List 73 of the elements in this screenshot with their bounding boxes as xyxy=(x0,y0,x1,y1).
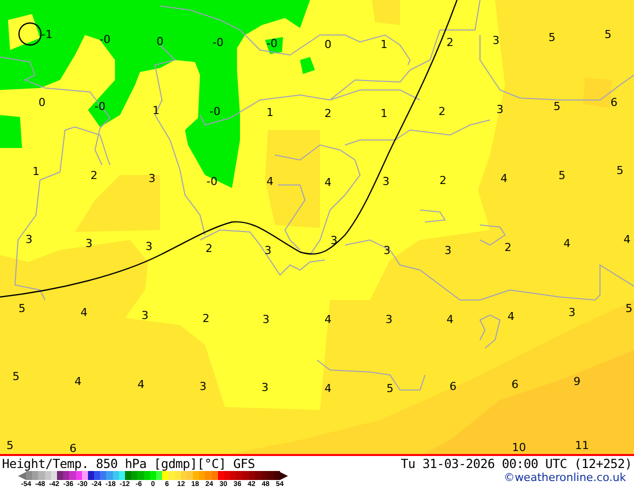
temperature-label: 3 xyxy=(568,307,576,319)
temperature-label: 6 xyxy=(450,381,456,393)
chart-title: Height/Temp. 850 hPa [gdmp][°C] GFS xyxy=(2,456,255,471)
temperature-label: 3 xyxy=(382,176,390,188)
temperature-label: 5 xyxy=(386,383,394,395)
temperature-label: 0 xyxy=(38,97,46,109)
temperature-label: 2 xyxy=(446,37,454,49)
temperature-label: 5 xyxy=(558,170,566,182)
temperature-label: 0 xyxy=(324,39,332,51)
temperature-label: 4 xyxy=(324,177,332,189)
temperature-label: 4 xyxy=(624,234,630,246)
temperature-label: -0 xyxy=(266,38,278,50)
temperature-label: 1 xyxy=(32,166,40,178)
temperature-label: -0 xyxy=(206,176,218,188)
isotherm-loop xyxy=(18,22,42,46)
temperature-label: 11 xyxy=(575,440,589,452)
temperature-label: -1 xyxy=(42,29,52,41)
temperature-label: -0 xyxy=(210,106,220,118)
temperature-label: 10 xyxy=(512,442,526,454)
temperature-label: 2 xyxy=(90,170,98,182)
temperature-label: 2 xyxy=(504,242,512,254)
temperature-label: 3 xyxy=(386,314,392,326)
temperature-label: 4 xyxy=(500,173,508,185)
temperature-label: 4 xyxy=(446,314,454,326)
temperature-label: 5 xyxy=(548,32,556,44)
temperature-label: 3 xyxy=(200,381,206,393)
temperature-label: 4 xyxy=(80,307,88,319)
temperature-label: 4 xyxy=(508,311,514,323)
temperature-label: 4 xyxy=(564,238,570,250)
temperature-band xyxy=(8,14,40,50)
temperature-label: 3 xyxy=(146,241,152,253)
temperature-label: 3 xyxy=(262,382,268,394)
temperature-label: 9 xyxy=(574,376,580,388)
temperature-label: 5 xyxy=(6,440,14,452)
temperature-label: 3 xyxy=(492,35,500,47)
credit-link[interactable]: ©weatheronline.co.uk xyxy=(504,471,626,484)
temperature-label: 1 xyxy=(380,108,388,120)
temperature-label: 3 xyxy=(496,104,504,116)
temperature-label: 6 xyxy=(70,443,76,454)
temperature-label: 2 xyxy=(202,313,210,325)
temperature-label: 5 xyxy=(12,371,20,383)
temperature-label: 3 xyxy=(330,235,338,247)
temperature-label: 3 xyxy=(86,238,92,250)
temperature-band xyxy=(583,78,612,108)
temperature-label: 4 xyxy=(74,376,82,388)
temperature-label: 3 xyxy=(444,245,452,257)
temperature-label: 5 xyxy=(604,29,612,41)
temperature-label: 5 xyxy=(626,303,632,315)
temperature-label: 0 xyxy=(156,36,164,48)
temperature-label: 6 xyxy=(610,97,618,109)
temperature-label: 4 xyxy=(324,383,332,395)
temperature-label: -0 xyxy=(100,34,110,46)
temperature-label: 2 xyxy=(206,243,212,255)
temperature-label: 5 xyxy=(554,101,560,113)
temperature-label: 3 xyxy=(262,314,270,326)
temperature-label: 3 xyxy=(264,245,272,257)
temperature-label: 2 xyxy=(440,175,446,187)
temperature-label: 3 xyxy=(26,234,32,246)
temperature-label: 6 xyxy=(512,379,518,391)
temperature-label: 4 xyxy=(324,314,332,326)
temperature-label: 5 xyxy=(18,303,26,315)
temperature-label: 3 xyxy=(148,173,156,185)
temperature-label: 1 xyxy=(380,39,388,51)
temperature-label: 4 xyxy=(266,176,274,188)
temperature-label: 5 xyxy=(616,165,624,177)
temperature-band xyxy=(372,0,400,25)
temperature-label: 3 xyxy=(142,310,148,322)
temperature-label: 1 xyxy=(266,107,274,119)
temperature-label: 2 xyxy=(324,108,332,120)
temperature-label: -0 xyxy=(212,37,224,49)
temperature-label: 2 xyxy=(438,106,446,118)
forecast-datetime: Tu 31-03-2026 00:00 UTC (12+252) xyxy=(400,456,632,471)
temperature-label: 4 xyxy=(138,379,144,391)
